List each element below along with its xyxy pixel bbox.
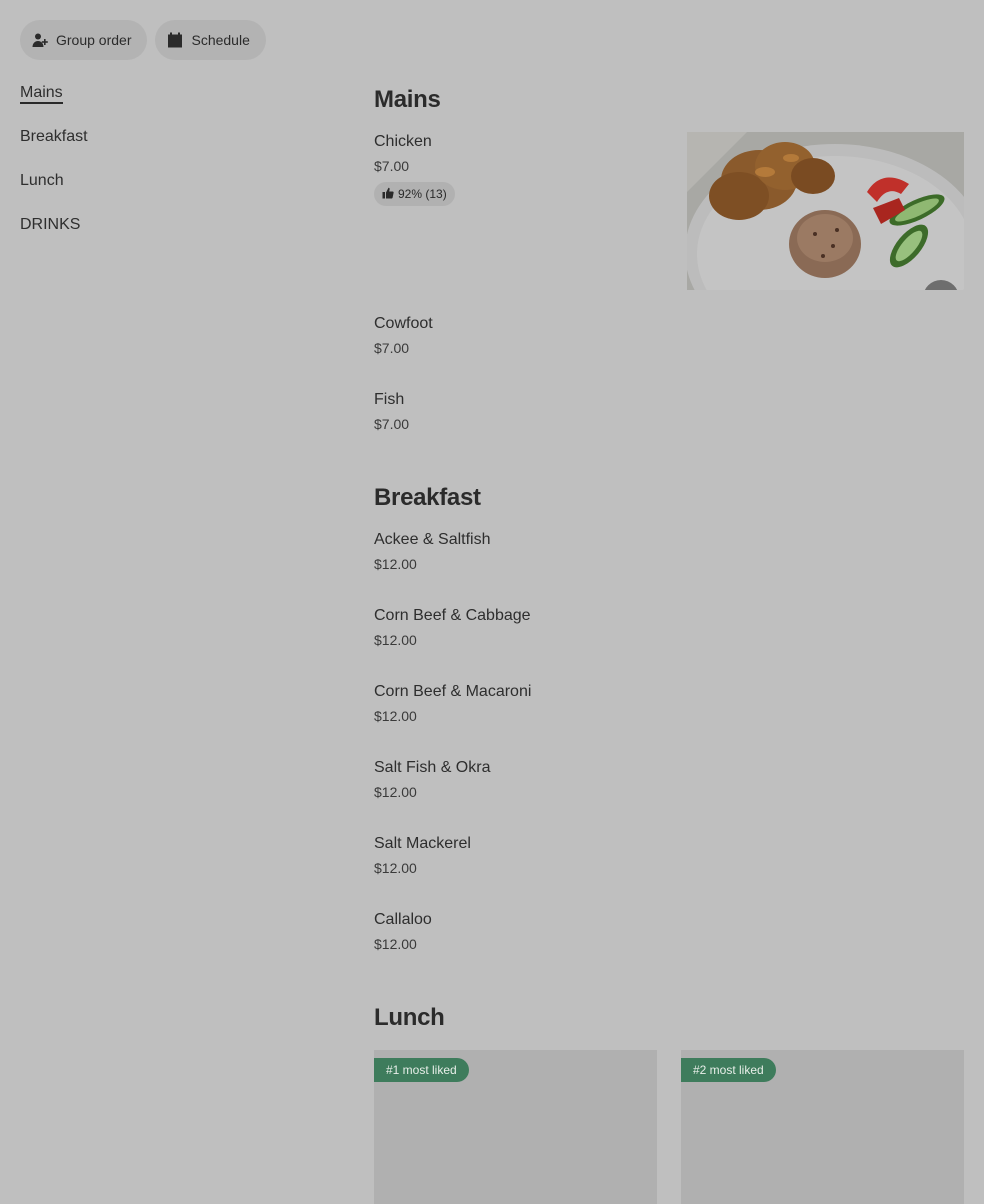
section-title-mains: Mains	[374, 86, 441, 113]
add-person-icon	[32, 32, 48, 48]
item-price: $12.00	[374, 936, 417, 952]
menu-item-corn-beef-cabbage[interactable]: Corn Beef & Cabbage $12.00	[374, 606, 531, 648]
thumbs-up-icon	[382, 187, 394, 202]
nav-item-label: DRINKS	[20, 216, 81, 233]
section-title-breakfast: Breakfast	[374, 484, 481, 511]
nav-item-label: Mains	[20, 84, 63, 104]
lunch-card-2[interactable]: #2 most liked	[681, 1050, 964, 1204]
item-price: $12.00	[374, 860, 417, 876]
chicken-photo[interactable]	[687, 132, 964, 290]
nav-item-label: Breakfast	[20, 128, 88, 145]
item-name: Corn Beef & Cabbage	[374, 607, 531, 624]
menu-item-ackee-saltfish[interactable]: Ackee & Saltfish $12.00	[374, 530, 491, 572]
item-price: $7.00	[374, 158, 410, 174]
schedule-label: Schedule	[191, 32, 250, 48]
most-liked-badge: #1 most liked	[374, 1058, 469, 1082]
lunch-card-1[interactable]: #1 most liked	[374, 1050, 657, 1204]
calendar-icon	[167, 32, 183, 48]
item-price: $12.00	[374, 784, 417, 800]
schedule-button[interactable]: Schedule	[155, 20, 266, 60]
item-name: Ackee & Saltfish	[374, 531, 491, 548]
item-name: Cowfoot	[374, 315, 433, 332]
menu-item-callaloo[interactable]: Callaloo $12.00	[374, 910, 432, 952]
item-price: $7.00	[374, 416, 410, 432]
item-name: Salt Fish & Okra	[374, 759, 491, 776]
rating-text: 92% (13)	[398, 187, 447, 201]
group-order-label: Group order	[56, 32, 132, 48]
top-actions: Group order Schedule	[20, 20, 266, 60]
most-liked-badge: #2 most liked	[681, 1058, 776, 1082]
item-name: Chicken	[374, 133, 432, 150]
nav-item-breakfast[interactable]: Breakfast	[20, 126, 88, 170]
item-price: $12.00	[374, 556, 417, 572]
item-price: $12.00	[374, 708, 417, 724]
menu-item-chicken[interactable]: Chicken $7.00 92% (13)	[374, 132, 455, 206]
nav-item-drinks[interactable]: DRINKS	[20, 214, 88, 258]
chicken-plate-image	[687, 132, 964, 290]
item-price: $12.00	[374, 632, 417, 648]
item-name: Corn Beef & Macaroni	[374, 683, 532, 700]
item-price: $7.00	[374, 340, 410, 356]
menu-item-fish[interactable]: Fish $7.00	[374, 390, 409, 432]
nav-item-label: Lunch	[20, 172, 64, 189]
menu-item-corn-beef-macaroni[interactable]: Corn Beef & Macaroni $12.00	[374, 682, 531, 724]
menu-item-salt-mackerel[interactable]: Salt Mackerel $12.00	[374, 834, 471, 876]
nav-item-lunch[interactable]: Lunch	[20, 170, 88, 214]
category-nav: Mains Breakfast Lunch DRINKS	[20, 82, 88, 258]
item-name: Salt Mackerel	[374, 835, 471, 852]
section-title-lunch: Lunch	[374, 1004, 445, 1031]
rating-badge: 92% (13)	[374, 182, 455, 206]
item-name: Fish	[374, 391, 405, 408]
item-name: Callaloo	[374, 911, 432, 928]
menu-item-salt-fish-okra[interactable]: Salt Fish & Okra $12.00	[374, 758, 490, 800]
group-order-button[interactable]: Group order	[20, 20, 148, 60]
nav-item-mains[interactable]: Mains	[20, 82, 88, 126]
menu-item-cowfoot[interactable]: Cowfoot $7.00	[374, 314, 433, 356]
